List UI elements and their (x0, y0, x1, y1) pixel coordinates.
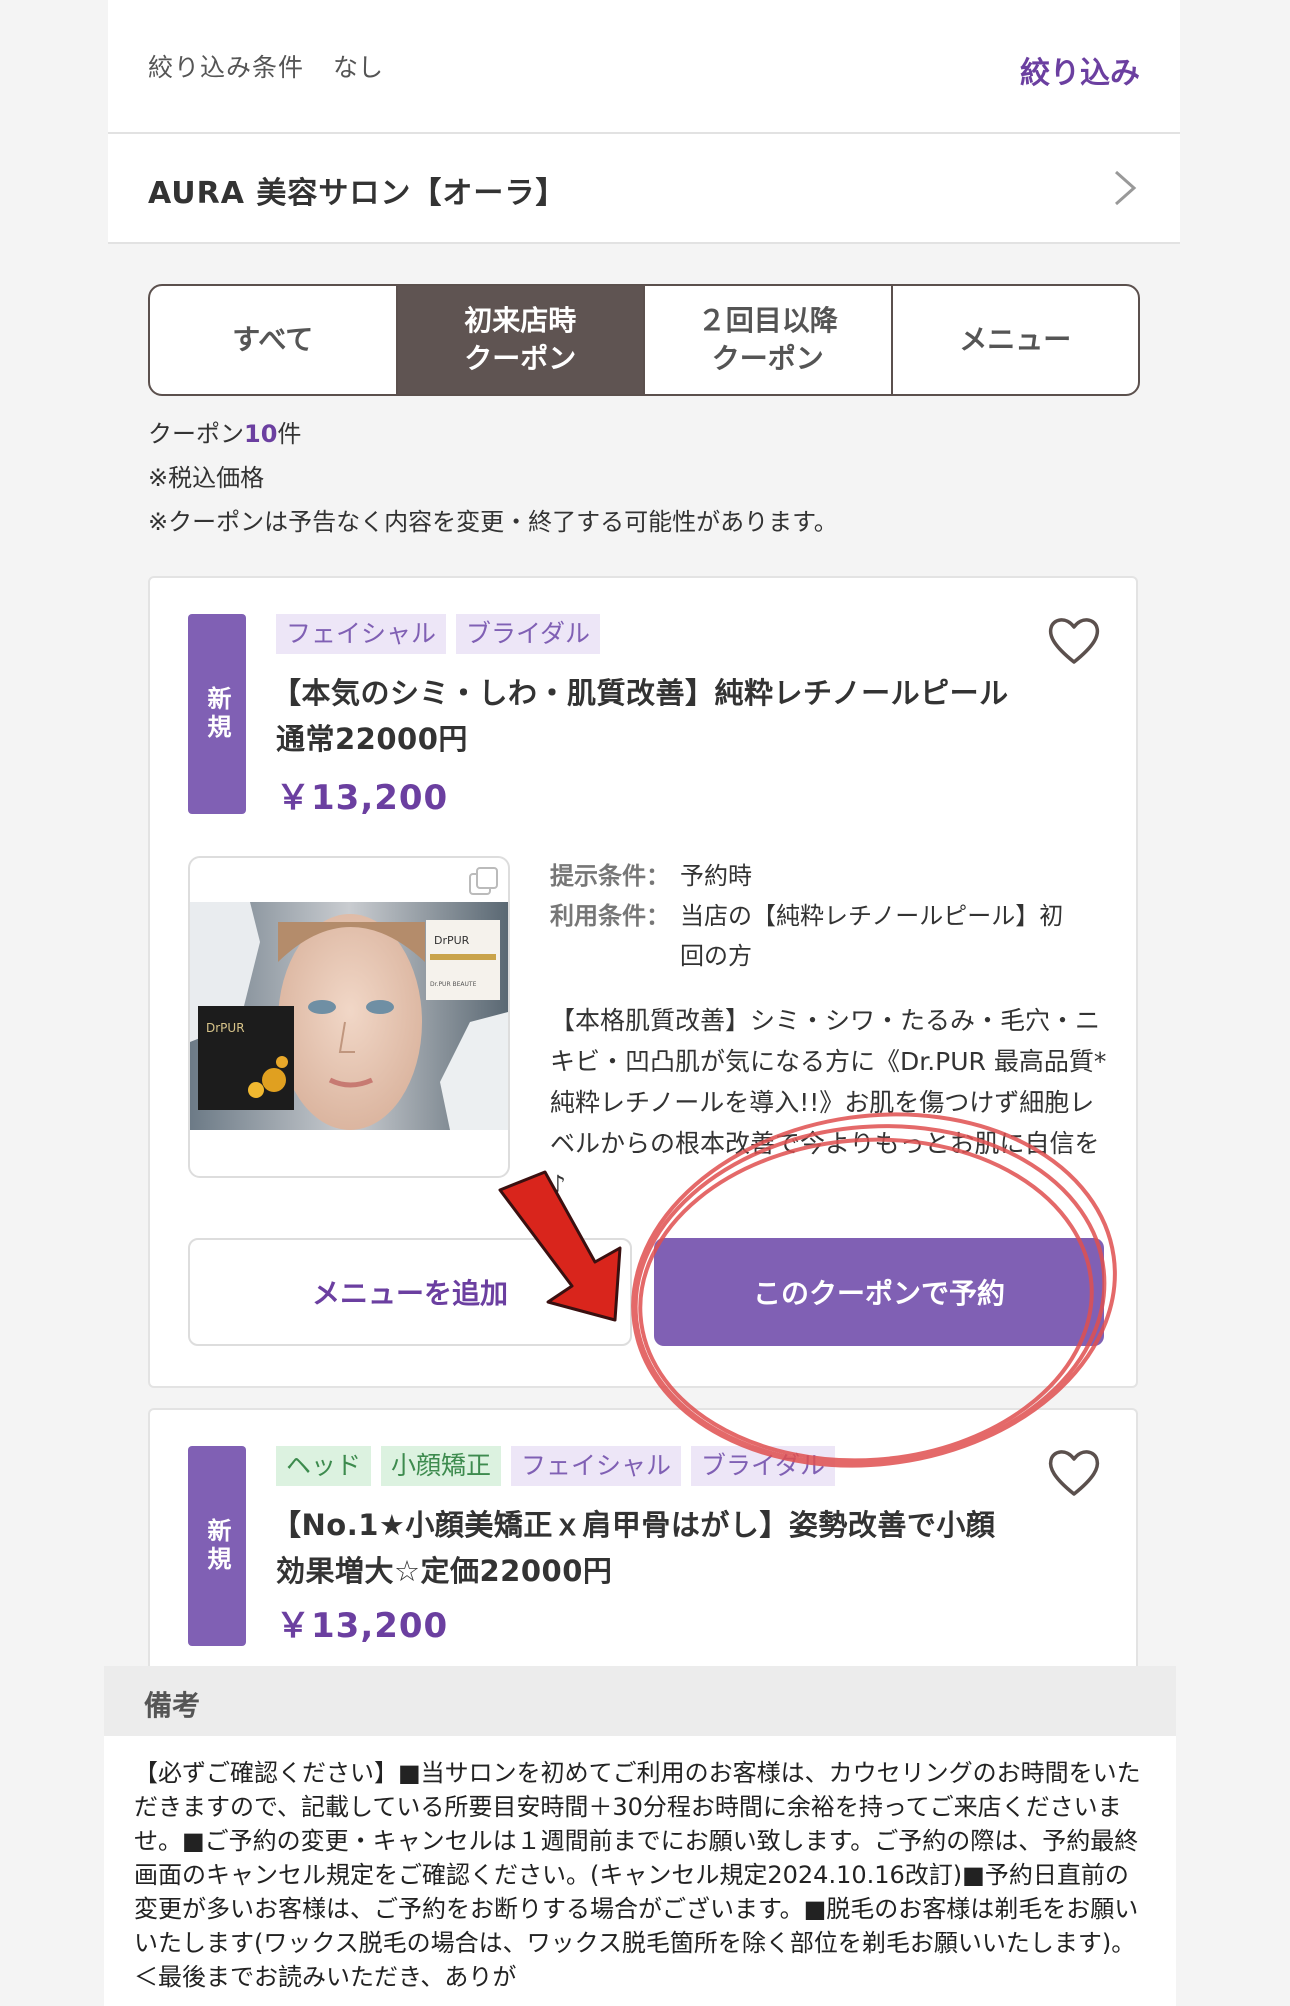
condition-key: 提示条件： (550, 862, 670, 890)
salon-name: AURA 美容サロン【オーラ】 (148, 176, 567, 211)
reserve-with-coupon-button[interactable]: このクーポンで予約 (654, 1238, 1104, 1346)
heart-icon[interactable] (1046, 1446, 1102, 1498)
tag-head: ヘッド (276, 1446, 372, 1486)
notes-text: 【必ずご確認ください】■当サロンを初めてご利用のお客様は、カウセリングのお時間を… (134, 1759, 1141, 1991)
tag-bridal: ブライダル (691, 1446, 836, 1486)
tag-facial: フェイシャル (276, 614, 447, 654)
coupon-conditions: 提示条件： 予約時 利用条件： 当店の【純粋レチノールピール】初回の方 (550, 856, 1080, 976)
tag-facial: フェイシャル (511, 1446, 682, 1486)
coupon-price: ￥13,200 (276, 778, 449, 818)
filter-bar: 絞り込み条件 なし 絞り込み (108, 0, 1180, 134)
coupon-description: 【本格肌質改善】シミ・シワ・たるみ・毛穴・ニキビ・凹凸肌が気になる方に《Dr.P… (550, 1006, 1107, 1199)
coupon-info: クーポン10件 ※税込価格 ※クーポンは予告なく内容を変更・終了する可能性があり… (148, 412, 838, 544)
notes-body: 【必ずご確認ください】■当サロンを初めてご利用のお客様は、カウセリングのお時間を… (104, 1736, 1176, 2006)
coupon-title-line: 効果増大☆定価22000円 (276, 1554, 613, 1588)
tab-all[interactable]: すべて (150, 286, 398, 394)
add-menu-button[interactable]: メニューを追加 (188, 1238, 632, 1346)
coupon-title-line: 【No.1★小顔美矯正ｘ肩甲骨はがし】姿勢改善で小顔 (272, 1508, 996, 1542)
coupon-count: クーポン10件 (148, 412, 838, 456)
coupon-title[interactable]: 【No.1★小顔美矯正ｘ肩甲骨はがし】姿勢改善で小顔 効果増大☆定価22000円 (272, 1502, 1042, 1594)
coupon-tags: フェイシャル ブライダル (276, 614, 601, 654)
chevron-right-icon (1115, 170, 1137, 206)
tax-note: ※税込価格 (148, 464, 265, 492)
heart-icon[interactable] (1046, 614, 1102, 666)
condition-row: 利用条件： 当店の【純粋レチノールピール】初回の方 (550, 896, 1080, 976)
filter-value: なし (333, 53, 384, 82)
tag-face-correction: 小顔矯正 (381, 1446, 502, 1486)
coupon-title-line: 【本気のシミ・しわ・肌質改善】純粋レチノールピール (272, 676, 1009, 710)
product-brand-label: DrPUR (434, 934, 470, 947)
retinol-peel-photo: DrPUR Dr.PUR BEAUTE DrPUR (190, 902, 508, 1130)
new-badge: 新規 (188, 614, 246, 814)
filter-label: 絞り込み条件 (148, 53, 305, 82)
coupon-tabs: すべて 初来店時 クーポン ２回目以降 クーポン メニュー (148, 284, 1140, 396)
change-note: ※クーポンは予告なく内容を変更・終了する可能性があります。 (148, 508, 838, 536)
coupon-price: ￥13,200 (276, 1606, 449, 1646)
condition-value: 予約時 (680, 862, 752, 890)
coupon-card: 新規 フェイシャル ブライダル 【本気のシミ・しわ・肌質改善】純粋レチノールピー… (148, 576, 1138, 1388)
notes-header: 備考 (104, 1666, 1176, 1736)
coupon-title[interactable]: 【本気のシミ・しわ・肌質改善】純粋レチノールピール 通常22000円 (272, 670, 1042, 762)
coupon-tags: ヘッド 小顔矯正 フェイシャル ブライダル (276, 1446, 836, 1486)
filter-button[interactable]: 絞り込み (1020, 48, 1140, 92)
coupon-title-line: 通常22000円 (276, 722, 468, 756)
salon-link[interactable]: AURA 美容サロン【オーラ】 (108, 134, 1180, 244)
new-badge: 新規 (188, 1446, 246, 1646)
coupon-count-number: 10 (244, 420, 278, 448)
coupon-count-suffix: 件 (277, 420, 302, 448)
coupon-image[interactable]: DrPUR Dr.PUR BEAUTE DrPUR (188, 856, 510, 1178)
coupon-count-prefix: クーポン (148, 420, 244, 448)
notes-title: 備考 (144, 1689, 201, 1722)
box-brand-label: DrPUR (206, 1021, 245, 1035)
condition-value: 当店の【純粋レチノールピール】初回の方 (680, 902, 1064, 970)
coupon-card: 新規 ヘッド 小顔矯正 フェイシャル ブライダル 【No.1★小顔美矯正ｘ肩甲骨… (148, 1408, 1138, 1670)
condition-key: 利用条件： (550, 902, 670, 930)
tab-first-visit-coupon[interactable]: 初来店時 クーポン (397, 286, 645, 394)
coupon-page: 絞り込み条件 なし 絞り込み AURA 美容サロン【オーラ】 すべて 初来店時 … (104, 0, 1180, 2006)
tab-menu[interactable]: メニュー (893, 286, 1139, 394)
tag-bridal: ブライダル (456, 614, 601, 654)
gallery-icon (469, 867, 498, 895)
tab-repeat-coupon[interactable]: ２回目以降 クーポン (645, 286, 893, 394)
condition-row: 提示条件： 予約時 (550, 856, 1080, 896)
product-maker-label: Dr.PUR BEAUTE (430, 981, 477, 988)
